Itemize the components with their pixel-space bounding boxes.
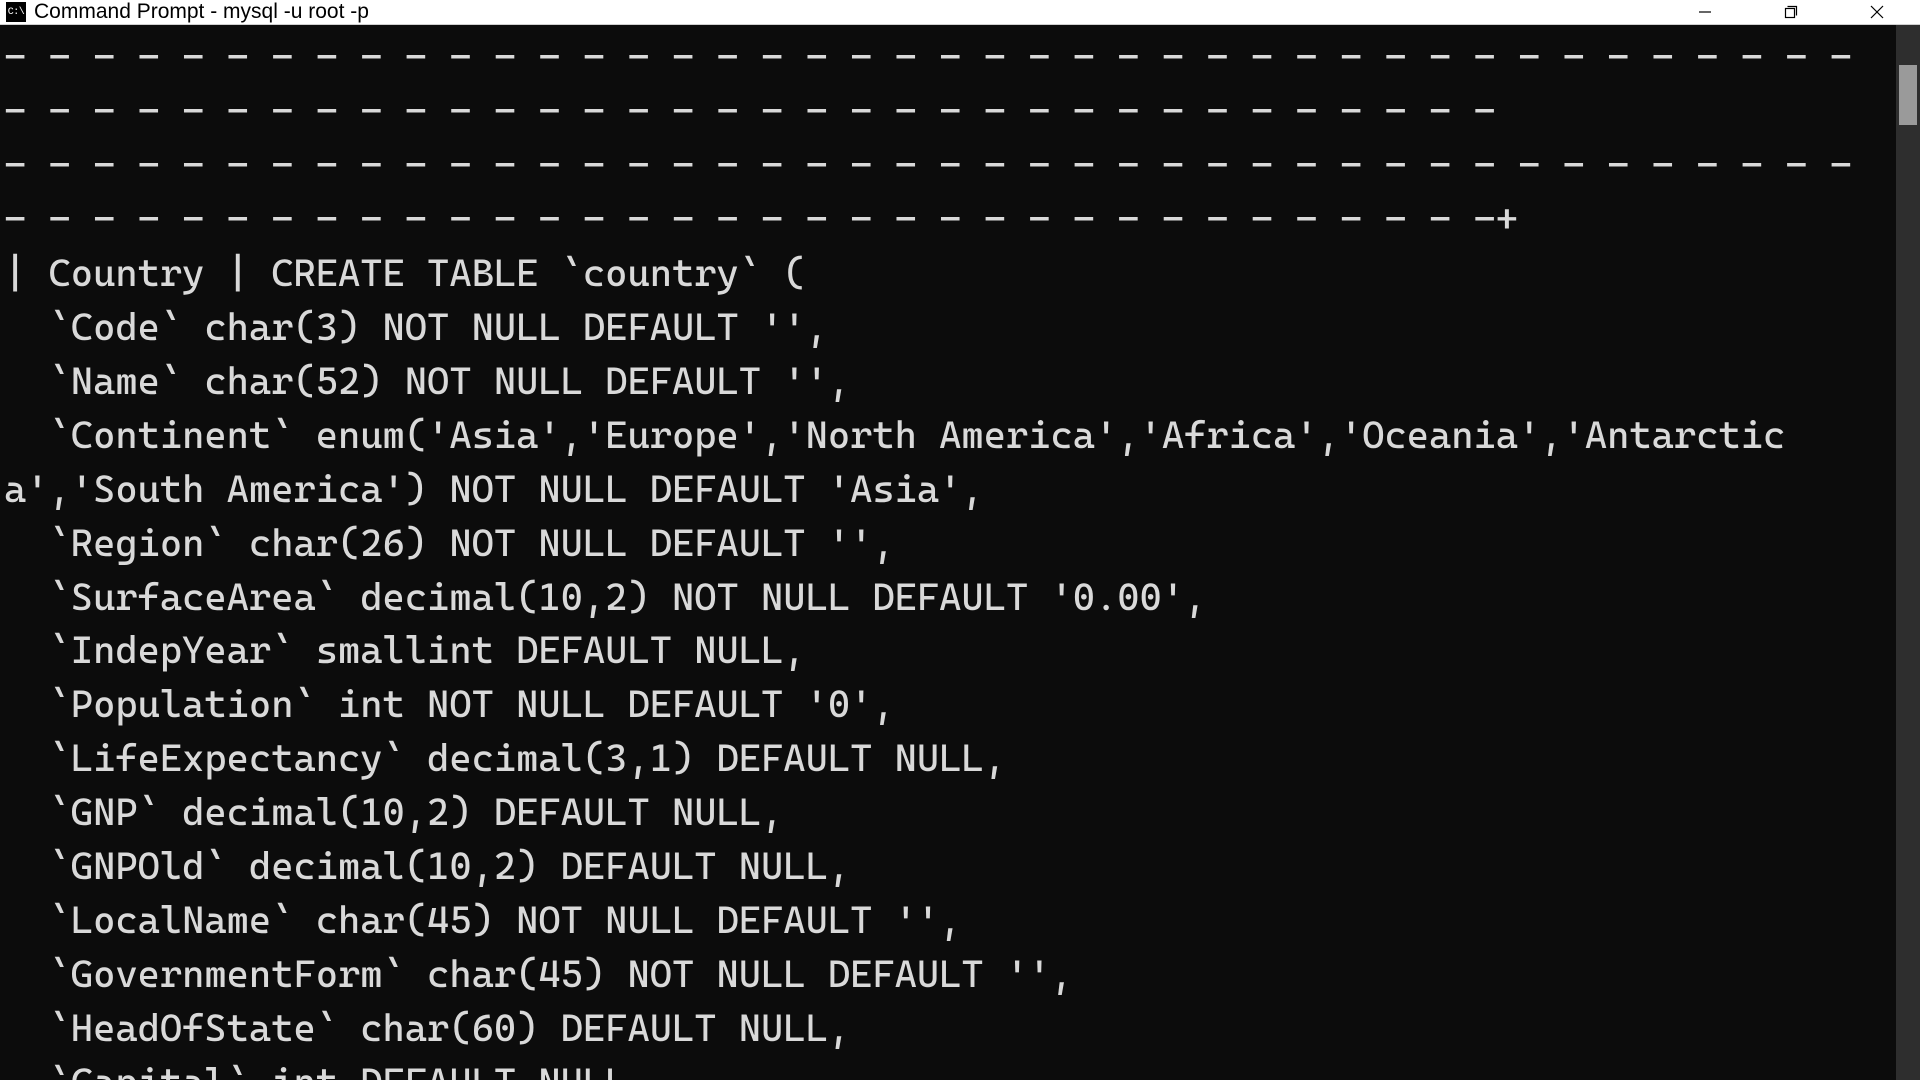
terminal-area: - - - - - - - - - - - - - - - - - - - - …	[0, 25, 1920, 1080]
minimize-icon	[1698, 5, 1712, 19]
close-button[interactable]	[1834, 0, 1920, 24]
command-prompt-window: C:\ Command Prompt - mysql -u root -p - …	[0, 0, 1920, 1080]
window-title: Command Prompt - mysql -u root -p	[34, 0, 1662, 24]
maximize-button[interactable]	[1748, 0, 1834, 24]
minimize-button[interactable]	[1662, 0, 1748, 24]
cmd-icon: C:\	[6, 2, 26, 22]
maximize-icon	[1784, 5, 1798, 19]
window-controls	[1662, 0, 1920, 24]
vertical-scrollbar[interactable]	[1896, 25, 1920, 1080]
titlebar[interactable]: C:\ Command Prompt - mysql -u root -p	[0, 0, 1920, 25]
close-icon	[1870, 5, 1884, 19]
scrollbar-thumb[interactable]	[1899, 65, 1917, 125]
terminal-output[interactable]: - - - - - - - - - - - - - - - - - - - - …	[0, 25, 1896, 1080]
